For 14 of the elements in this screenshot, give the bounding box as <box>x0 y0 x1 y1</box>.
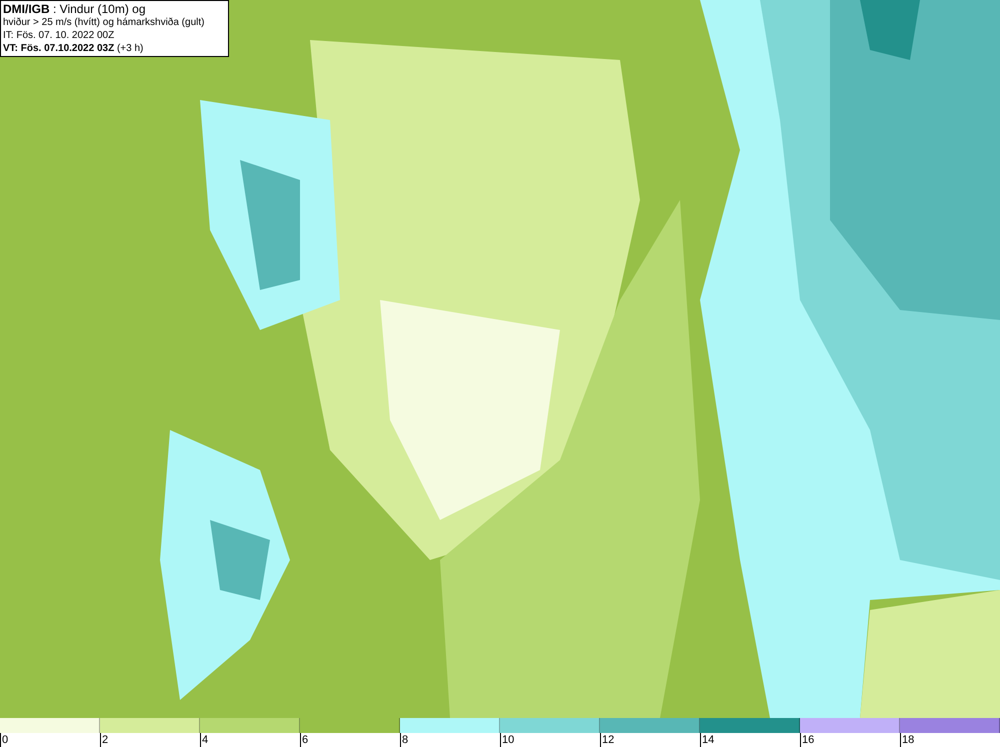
title-line: IT: Fös. 07. 10. 2022 00Z <box>3 29 116 42</box>
legend-tick-label: 10 <box>501 733 514 747</box>
legend-tick-label: 14 <box>701 733 714 747</box>
title-line: VT: Fös. 07.10.2022 03Z (+3 h) <box>3 42 144 55</box>
legend-tick-label: 16 <box>801 733 814 747</box>
legend-tick-label: 2 <box>101 733 108 747</box>
title-line: hviður > 25 m/s (hvítt) og hámarkshviða (gult) <box>3 16 206 29</box>
legend-tick-label: 4 <box>201 733 208 747</box>
legend-tick-label: 0 <box>1 733 8 747</box>
title-line: DMI/IGB : Vindur (10m) og <box>3 2 146 16</box>
legend-tick-label: 12 <box>601 733 614 747</box>
legend-tick-label: 6 <box>301 733 308 747</box>
legend-tick-label: 18 <box>901 733 914 747</box>
legend-tick-label: 8 <box>401 733 408 747</box>
